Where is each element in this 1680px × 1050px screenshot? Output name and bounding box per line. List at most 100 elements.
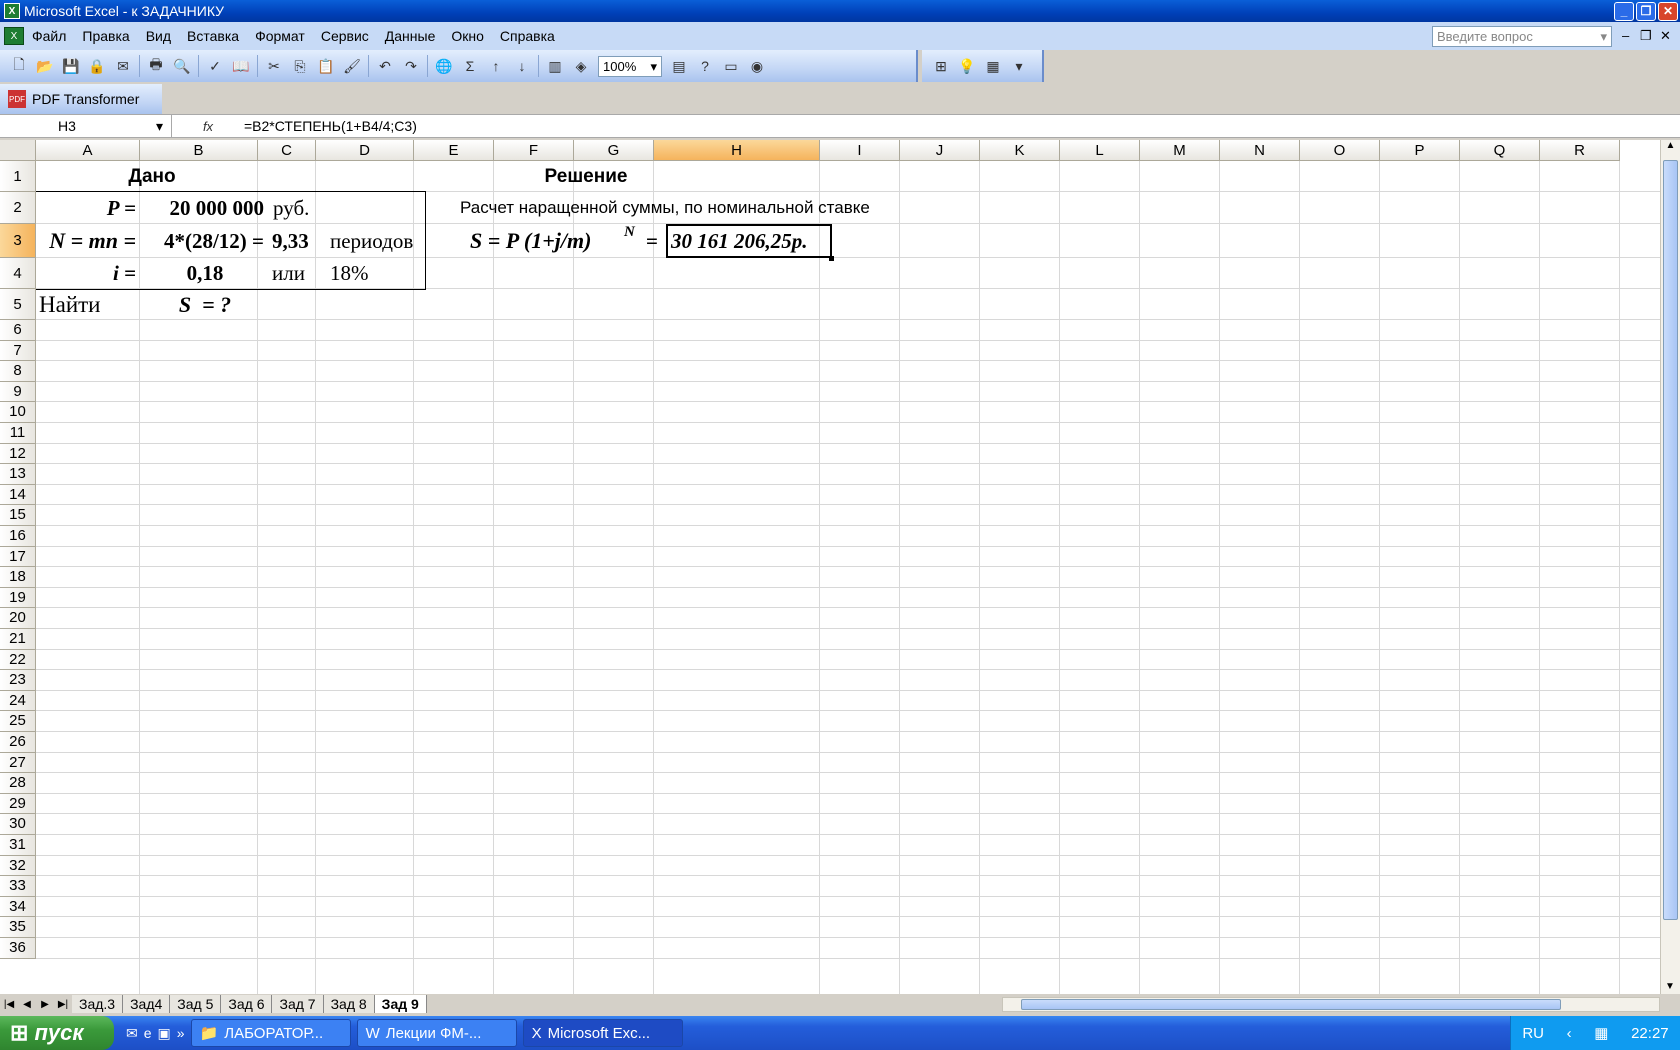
sheet-tab[interactable]: Зад4 — [123, 995, 171, 1013]
record-icon[interactable]: ◉ — [745, 54, 769, 78]
row-header-29[interactable]: 29 — [0, 793, 36, 815]
row-header-5[interactable]: 5 — [0, 289, 36, 320]
desktop-icon[interactable]: ▣ — [158, 1025, 171, 1042]
formula-input[interactable]: =B2*СТЕПЕНЬ(1+B4/4;C3) — [244, 118, 417, 134]
row-header-18[interactable]: 18 — [0, 567, 36, 588]
column-header-m[interactable]: M — [1140, 140, 1220, 161]
research-icon[interactable]: 📖 — [229, 54, 253, 78]
row-header-35[interactable]: 35 — [0, 917, 36, 938]
cut-icon[interactable]: ✂ — [262, 54, 286, 78]
vertical-scrollbar[interactable]: ▲ ▼ — [1660, 140, 1680, 994]
task-folder[interactable]: 📁 ЛАБОРАТОР... — [190, 1019, 351, 1047]
first-sheet-icon[interactable]: |◀ — [0, 999, 18, 1010]
row-header-17[interactable]: 17 — [0, 546, 36, 568]
close-button[interactable]: ✕ — [1658, 1, 1678, 21]
open-icon[interactable]: 📂 — [33, 54, 57, 78]
doc-close-button[interactable]: ✕ — [1660, 28, 1671, 44]
sheet-tab[interactable]: Зад 6 — [221, 995, 273, 1013]
row-header-14[interactable]: 14 — [0, 484, 36, 506]
menu-view[interactable]: Вид — [138, 28, 179, 44]
pdf-transformer-button[interactable]: PDF Transformer — [32, 91, 139, 107]
row-header-6[interactable]: 6 — [0, 320, 36, 341]
scroll-thumb[interactable] — [1663, 160, 1678, 920]
sheet-tab[interactable]: Зад 5 — [170, 995, 222, 1013]
row-header-4[interactable]: 4 — [0, 258, 36, 289]
chevron-right-icon[interactable]: » — [177, 1025, 185, 1042]
sort-descending-icon[interactable]: ↓ — [510, 54, 534, 78]
row-header-13[interactable]: 13 — [0, 464, 36, 485]
doc-restore-button[interactable]: ❐ — [1640, 28, 1652, 44]
language-indicator[interactable]: RU — [1522, 1025, 1544, 1042]
row-header-24[interactable]: 24 — [0, 690, 36, 712]
scroll-down-arrow-icon[interactable]: ▼ — [1661, 981, 1679, 992]
sheet-tab[interactable]: Зад 8 — [323, 995, 375, 1013]
copy-icon[interactable]: ⎘ — [288, 54, 312, 78]
column-header-c[interactable]: C — [258, 140, 316, 161]
row-header-15[interactable]: 15 — [0, 505, 36, 526]
help-icon[interactable]: ? — [693, 54, 717, 78]
row-header-33[interactable]: 33 — [0, 876, 36, 897]
new-icon[interactable]: 🗋 — [7, 54, 31, 78]
menu-format[interactable]: Формат — [247, 28, 313, 44]
ask-question-input[interactable]: Введите вопрос ▾ — [1432, 26, 1612, 47]
menu-data[interactable]: Данные — [377, 28, 444, 44]
row-header-7[interactable]: 7 — [0, 340, 36, 362]
network-icon[interactable]: ▦ — [1594, 1024, 1608, 1042]
drawing-icon[interactable]: ◈ — [569, 54, 593, 78]
row-header-23[interactable]: 23 — [0, 670, 36, 691]
row-header-22[interactable]: 22 — [0, 649, 36, 671]
row-header-25[interactable]: 25 — [0, 711, 36, 732]
row-header-11[interactable]: 11 — [0, 423, 36, 444]
autosum-icon[interactable]: Σ — [458, 54, 482, 78]
menu-edit[interactable]: Правка — [74, 28, 137, 44]
column-header-d[interactable]: D — [316, 140, 414, 161]
scroll-thumb[interactable] — [1021, 999, 1561, 1010]
email-icon[interactable]: ✉ — [111, 54, 135, 78]
format-painter-icon[interactable]: 🖌 — [340, 54, 364, 78]
row-header-21[interactable]: 21 — [0, 629, 36, 650]
maximize-button[interactable]: ❐ — [1636, 1, 1656, 21]
row-header-3[interactable]: 3 — [0, 224, 36, 258]
print-icon[interactable]: 🖶 — [144, 54, 168, 78]
row-header-34[interactable]: 34 — [0, 896, 36, 918]
column-header-q[interactable]: Q — [1460, 140, 1540, 161]
paste-icon[interactable]: 📋 — [314, 54, 338, 78]
sheet-tab[interactable]: Зад.3 — [72, 995, 124, 1013]
menu-window[interactable]: Окно — [443, 28, 492, 44]
chevron-left-icon[interactable]: ‹ — [1567, 1025, 1572, 1042]
column-header-e[interactable]: E — [414, 140, 494, 161]
column-header-a[interactable]: A — [36, 140, 140, 161]
column-header-h[interactable]: H — [654, 140, 820, 161]
column-header-o[interactable]: O — [1300, 140, 1380, 161]
spelling-icon[interactable]: ✓ — [203, 54, 227, 78]
name-box[interactable]: H3 ▾ — [0, 115, 172, 137]
print-preview-icon[interactable]: 🔍 — [170, 54, 194, 78]
row-header-31[interactable]: 31 — [0, 835, 36, 856]
horizontal-scrollbar[interactable] — [1002, 997, 1660, 1012]
start-button[interactable]: ⊞ пуск — [0, 1016, 114, 1050]
column-header-p[interactable]: P — [1380, 140, 1460, 161]
task-word[interactable]: W Лекции ФМ-... — [356, 1019, 517, 1047]
column-header-k[interactable]: K — [980, 140, 1060, 161]
column-header-g[interactable]: G — [574, 140, 654, 161]
sheet-tab[interactable]: Зад 7 — [272, 995, 324, 1013]
scroll-up-arrow-icon[interactable]: ▲ — [1661, 140, 1680, 158]
grid-icon[interactable]: ▦ — [981, 54, 1005, 78]
column-header-n[interactable]: N — [1220, 140, 1300, 161]
task-excel[interactable]: X Microsoft Exc... — [522, 1019, 683, 1047]
toolbar-options-icon[interactable]: ▭ — [719, 54, 743, 78]
row-header-36[interactable]: 36 — [0, 938, 36, 959]
menu-help[interactable]: Справка — [492, 28, 563, 44]
row-header-10[interactable]: 10 — [0, 402, 36, 423]
outlook-icon[interactable]: ✉ — [126, 1025, 138, 1042]
row-header-12[interactable]: 12 — [0, 443, 36, 465]
menu-tools[interactable]: Сервис — [313, 28, 377, 44]
lightbulb-icon[interactable]: 💡 — [955, 54, 979, 78]
redo-icon[interactable]: ↷ — [399, 54, 423, 78]
row-header-20[interactable]: 20 — [0, 608, 36, 629]
doc-minimize-button[interactable]: – — [1622, 28, 1629, 43]
workbook-icon[interactable]: X — [4, 27, 24, 45]
row-header-28[interactable]: 28 — [0, 773, 36, 794]
chevron-down-icon[interactable]: ▾ — [1600, 29, 1607, 44]
chart-wizard-icon[interactable]: ▥ — [543, 54, 567, 78]
